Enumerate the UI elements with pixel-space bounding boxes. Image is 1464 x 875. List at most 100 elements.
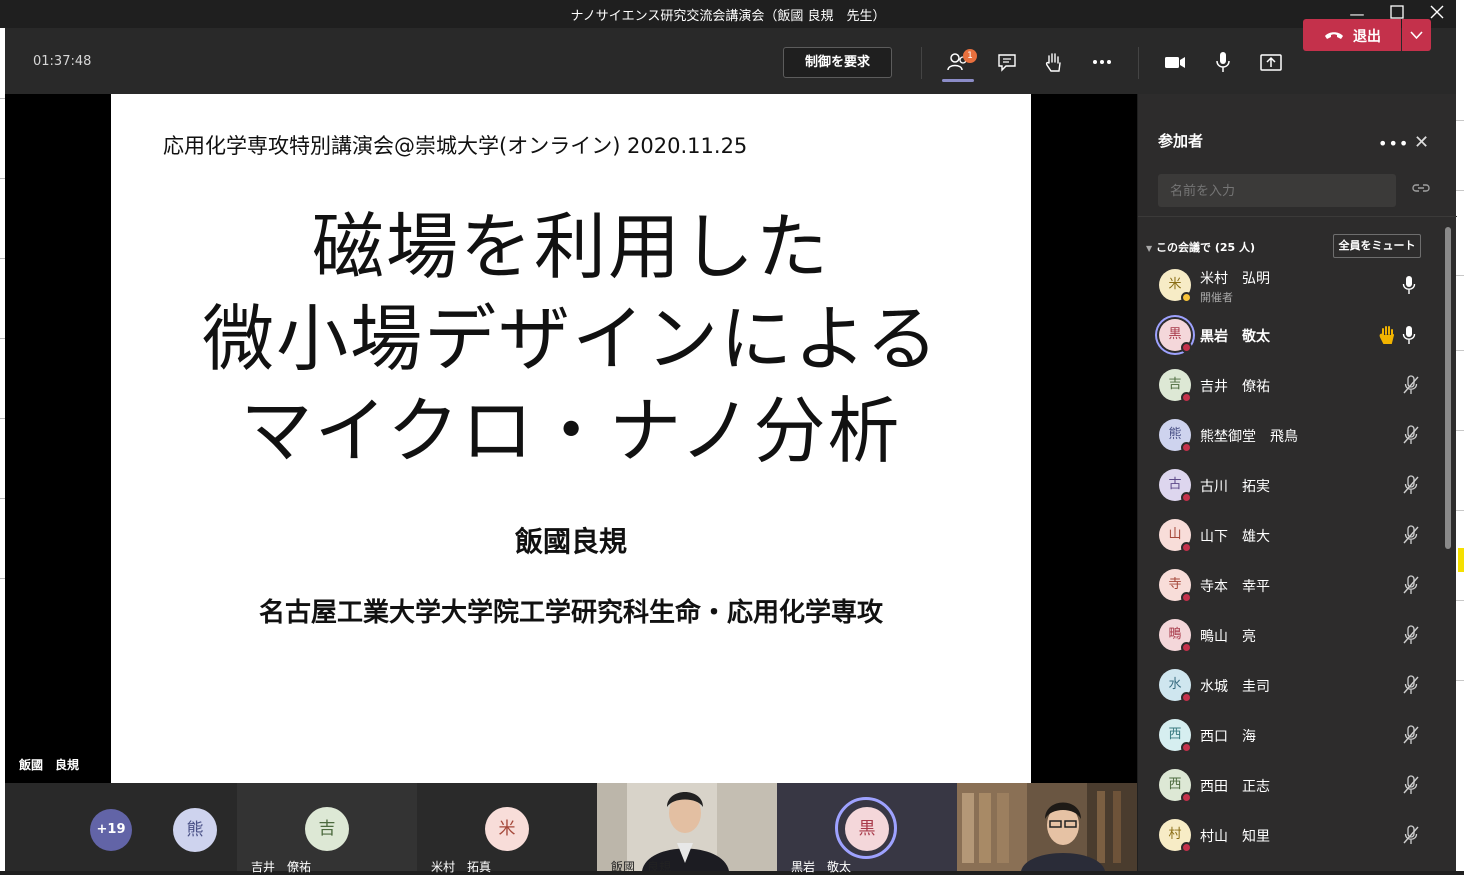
video-tile[interactable]: 吉 吉井 僚祐 bbox=[237, 783, 417, 874]
slide-title-line-2: 微小場デザインによる bbox=[202, 297, 940, 381]
hang-up-icon bbox=[1325, 32, 1343, 39]
microphone-icon[interactable] bbox=[1402, 325, 1416, 349]
microphone-muted-icon[interactable] bbox=[1402, 725, 1420, 749]
participant-row[interactable]: 西西口 海 bbox=[1138, 710, 1443, 760]
presence-status-icon bbox=[1181, 342, 1192, 353]
participant-name: 黒岩 敬太 bbox=[1200, 329, 1270, 345]
presence-status-icon bbox=[1181, 592, 1192, 603]
avatar: 熊 bbox=[173, 808, 217, 852]
tile-name: 飯國 良規 bbox=[611, 860, 672, 871]
participant-name: 村山 知里 bbox=[1200, 829, 1270, 845]
avatar: 米 bbox=[485, 807, 529, 851]
panel-scrollbar[interactable] bbox=[1445, 227, 1451, 549]
window-title: ナノサイエンス研究交流会講演会（飯國 良規 先生） bbox=[570, 9, 886, 24]
raise-hand-icon[interactable] bbox=[1041, 49, 1067, 75]
share-invite-link-icon[interactable] bbox=[1412, 182, 1430, 194]
participant-row[interactable]: 吉吉井 僚祐 bbox=[1138, 360, 1443, 410]
presentation-slide: 応用化学専攻特別講演会@崇城大学(オンライン) 2020.11.25 磁場を利用… bbox=[111, 94, 1031, 783]
slide-header: 応用化学専攻特別講演会@崇城大学(オンライン) 2020.11.25 bbox=[163, 134, 748, 158]
share-screen-icon[interactable] bbox=[1258, 49, 1284, 75]
participant-video-feed bbox=[957, 783, 1137, 871]
tile-name: 黒岩 敬太 bbox=[791, 860, 852, 874]
microphone-muted-icon[interactable] bbox=[1402, 575, 1420, 599]
window-titlebar: ナノサイエンス研究交流会講演会（飯國 良規 先生） — bbox=[0, 0, 1456, 28]
request-control-button[interactable]: 制御を要求 bbox=[783, 47, 892, 78]
participant-name: 米村 弘明 bbox=[1200, 271, 1270, 287]
meeting-timer: 01:37:48 bbox=[33, 54, 92, 69]
presence-status-icon bbox=[1181, 692, 1192, 703]
presence-status-icon bbox=[1181, 542, 1192, 553]
leave-dropdown-button[interactable] bbox=[1402, 19, 1431, 51]
participant-name: 鴫山 亮 bbox=[1200, 629, 1256, 645]
panel-more-icon[interactable]: ••• bbox=[1378, 134, 1409, 153]
participant-row[interactable]: 鴫鴫山 亮 bbox=[1138, 610, 1443, 660]
slide-title-line-1: 磁場を利用した bbox=[311, 205, 830, 289]
microphone-muted-icon[interactable] bbox=[1402, 625, 1420, 649]
microphone-muted-icon[interactable] bbox=[1402, 475, 1420, 499]
tile-name: 吉井 僚祐 bbox=[251, 860, 312, 874]
close-icon[interactable]: ✕ bbox=[1414, 132, 1429, 153]
video-tile[interactable]: 米 米村 拓真 bbox=[417, 783, 597, 874]
participant-row[interactable]: 米米村 弘明 開催者 bbox=[1138, 260, 1443, 310]
microphone-icon[interactable] bbox=[1402, 275, 1416, 299]
camera-icon[interactable] bbox=[1162, 49, 1188, 75]
participant-row[interactable]: 黒黒岩 敬太 bbox=[1138, 310, 1443, 360]
more-actions-icon[interactable] bbox=[1089, 49, 1115, 75]
presence-status-icon bbox=[1181, 292, 1192, 303]
leave-label: 退出 bbox=[1353, 29, 1381, 45]
shared-content-stage: 応用化学専攻特別講演会@崇城大学(オンライン) 2020.11.25 磁場を利用… bbox=[5, 94, 1137, 783]
section-label: この会議で (25 人) bbox=[1156, 241, 1256, 254]
video-tile-speaking[interactable]: 黒 黒岩 敬太 bbox=[777, 783, 957, 874]
presence-status-icon bbox=[1181, 792, 1192, 803]
video-tile[interactable]: 飯國 良規 bbox=[597, 783, 777, 871]
chevron-down-icon: ▼ bbox=[1146, 244, 1153, 253]
participant-name: 西口 海 bbox=[1200, 729, 1256, 745]
microphone-muted-icon[interactable] bbox=[1402, 425, 1420, 449]
leave-button[interactable]: 退出 bbox=[1303, 19, 1401, 51]
participant-row[interactable]: 村村山 知里 bbox=[1138, 810, 1443, 860]
panel-title: 参加者 bbox=[1158, 132, 1204, 150]
active-tab-indicator bbox=[942, 79, 974, 82]
tile-name: 米村 拓真 bbox=[431, 860, 492, 874]
chat-icon[interactable] bbox=[994, 49, 1020, 75]
video-strip: +19 熊 吉 吉井 僚祐 米 米村 拓真 飯國 良規 黒 黒岩 敬太 bbox=[5, 783, 1137, 874]
participant-row[interactable]: 西西田 正志 bbox=[1138, 760, 1443, 810]
presenter-name-label: 飯國 良規 bbox=[19, 758, 80, 772]
microphone-muted-icon[interactable] bbox=[1402, 825, 1420, 849]
participant-search-input[interactable] bbox=[1158, 174, 1396, 207]
avatar: 黒 bbox=[845, 807, 889, 851]
participant-row[interactable]: 山山下 雄大 bbox=[1138, 510, 1443, 560]
teams-window: ナノサイエンス研究交流会講演会（飯國 良規 先生） — 01:37:48 制御を… bbox=[0, 0, 1464, 874]
participant-row[interactable]: 熊熊埜御堂 飛鳥 bbox=[1138, 410, 1443, 460]
microphone-muted-icon[interactable] bbox=[1402, 525, 1420, 549]
more-participants-badge[interactable]: +19 bbox=[90, 809, 132, 851]
participant-list: 米米村 弘明 開催者黒黒岩 敬太吉吉井 僚祐熊熊埜御堂 飛鳥古古川 拓実山山下 雄… bbox=[1138, 260, 1443, 860]
participant-name: 寺本 幸平 bbox=[1200, 579, 1270, 595]
participants-panel: 参加者 ••• ✕ ▼ この会議で (25 人) 全員をミュート 米米村 弘明開… bbox=[1137, 94, 1457, 871]
participant-name: 古川 拓実 bbox=[1200, 479, 1270, 495]
participant-row[interactable]: 寺寺本 幸平 bbox=[1138, 560, 1443, 610]
overflow-tile[interactable]: +19 熊 bbox=[57, 783, 237, 871]
participants-badge: 1 bbox=[963, 49, 977, 63]
participant-row[interactable]: 水水城 圭司 bbox=[1138, 660, 1443, 710]
participant-name: 熊埜御堂 飛鳥 bbox=[1200, 429, 1298, 445]
background-app-edge bbox=[1456, 0, 1464, 871]
microphone-muted-icon[interactable] bbox=[1402, 675, 1420, 699]
presence-status-icon bbox=[1181, 842, 1192, 853]
video-tile[interactable] bbox=[957, 783, 1137, 871]
microphone-icon[interactable] bbox=[1210, 49, 1236, 75]
participant-name: 山下 雄大 bbox=[1200, 529, 1270, 545]
presence-status-icon bbox=[1181, 742, 1192, 753]
slide-affiliation: 名古屋工業大学大学院工学研究科生命・応用化学専攻 bbox=[258, 598, 883, 628]
microphone-muted-icon[interactable] bbox=[1402, 775, 1420, 799]
participant-role: 開催者 bbox=[1200, 291, 1233, 304]
raised-hand-icon bbox=[1378, 325, 1396, 349]
presence-status-icon bbox=[1181, 492, 1192, 503]
slide-author: 飯國良規 bbox=[514, 525, 627, 558]
mute-all-button[interactable]: 全員をミュート bbox=[1333, 234, 1421, 258]
participant-row[interactable]: 古古川 拓実 bbox=[1138, 460, 1443, 510]
participant-name: 吉井 僚祐 bbox=[1200, 379, 1270, 395]
chevron-down-icon bbox=[1410, 31, 1423, 40]
microphone-muted-icon[interactable] bbox=[1402, 375, 1420, 399]
in-meeting-section-toggle[interactable]: ▼ この会議で (25 人) bbox=[1146, 239, 1255, 255]
